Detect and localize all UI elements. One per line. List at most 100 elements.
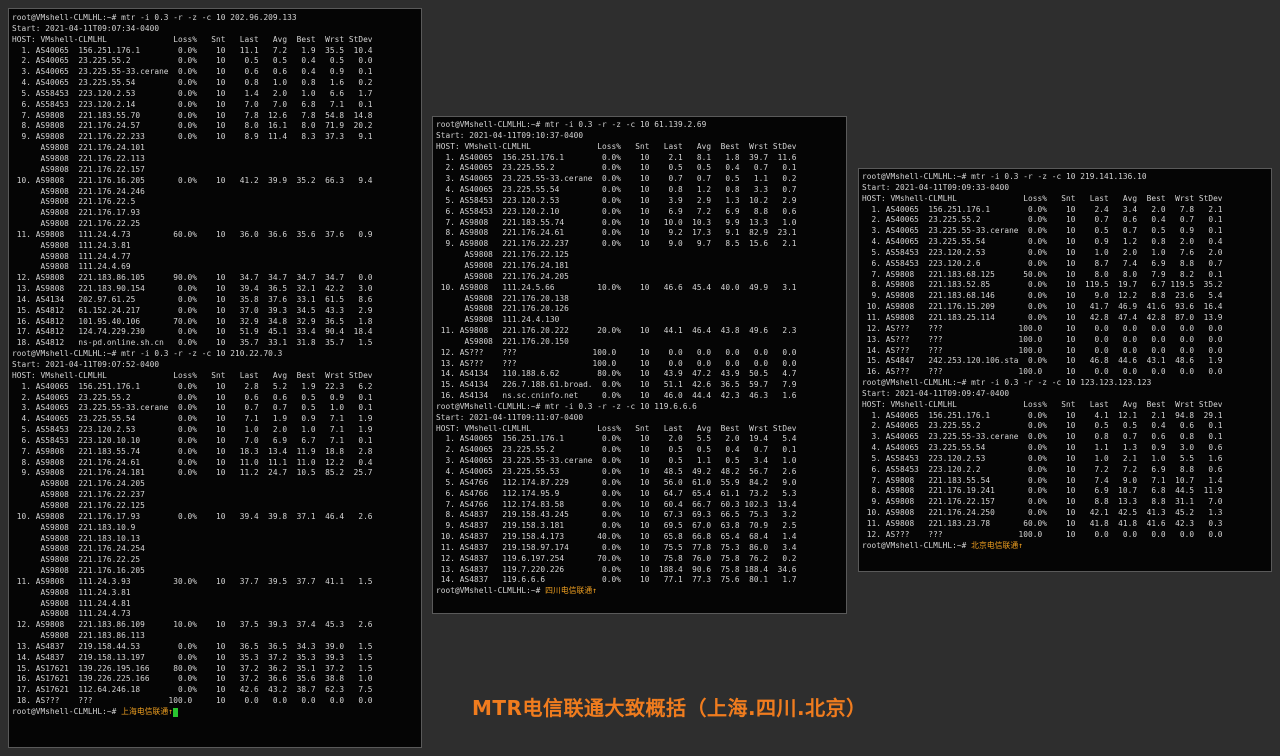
terminal-line: 3. AS40065 23.225.55-33.cerane 0.0% 10 0… [436,174,797,184]
terminal-line: 3. AS40065 23.225.55-33.cerane 0.0% 10 0… [862,226,1223,236]
terminal-line: 10. AS9808 221.176.24.250 0.0% 10 42.1 4… [862,508,1223,518]
terminal-line: 17. AS4812 124.74.229.230 0.0% 10 51.9 4… [12,327,373,337]
terminal-line: Start: 2021-04-11T09:09:33-0400 [862,182,1010,192]
terminal-line: 10. AS9808 221.176.17.93 0.0% 10 39.4 39… [12,511,373,521]
terminal-line: 5. AS58453 223.120.2.53 0.0% 10 1.0 2.0 … [12,425,373,435]
terminal-line: 9. AS9808 221.176.22.237 0.0% 10 9.0 9.7… [436,239,797,249]
terminal-line: AS9808 111.24.3.81 [12,587,131,597]
terminal-line: 14. AS??? ??? 100.0 10 0.0 0.0 0.0 0.0 0… [862,345,1223,355]
prompt-line: root@VMshell-CLMLHL:~# 北京电信联通↑ [862,541,1268,552]
terminal-line: 6. AS58453 223.120.2.2 0.0% 10 7.2 7.2 6… [862,464,1223,474]
terminal-output: root@VMshell-CLMLHL:~# mtr -i 0.3 -r -z … [12,13,418,718]
terminal-line: AS9808 221.176.22.5 [12,197,136,207]
terminal-line: 7. AS9808 221.183.55.74 0.0% 10 18.3 13.… [12,446,373,456]
terminal-line: 2. AS40065 23.225.55.2 0.0% 10 0.6 0.6 0… [12,392,373,402]
prompt-input[interactable]: 北京电信联通↑ [971,541,1023,550]
terminal-line: 11. AS9808 221.183.23.78 60.0% 10 41.8 4… [862,519,1223,528]
terminal-line: AS9808 221.176.24.181 [436,260,569,270]
terminal-line: 2. AS40065 23.225.55.2 0.0% 10 0.5 0.5 0… [436,163,797,173]
terminal-line: AS9808 221.183.86.113 [12,631,145,641]
prompt-input[interactable]: 四川电信联通↑ [545,586,597,595]
terminal-line: 12. AS??? ??? 100.0 10 0.0 0.0 0.0 0.0 0… [862,323,1223,333]
terminal-line: root@VMshell-CLMLHL:~# mtr -i 0.3 -r -z … [12,13,297,22]
terminal-line: 15. AS4847 242.253.120.106.sta 0.0% 10 4… [862,356,1223,366]
terminal-line: 1. AS40065 156.251.176.1 0.0% 10 2.1 8.1… [436,152,797,162]
prompt-input[interactable]: 上海电信联通↑ [121,707,173,716]
terminal-line: 7. AS9808 221.183.55.74 0.0% 10 10.0 10.… [436,217,797,227]
terminal-line: HOST: VMshell-CLMLHL Loss% Snt Last Avg … [12,34,373,44]
terminal-line: 9. AS9808 221.183.68.146 0.0% 10 9.0 12.… [862,291,1223,301]
terminal-line: 4. AS40065 23.225.55.54 0.0% 10 0.9 1.2 … [862,237,1223,247]
terminal-line: 11. AS4837 219.158.97.174 0.0% 10 75.5 7… [436,542,797,552]
terminal-line: 9. AS9808 221.176.24.181 0.0% 10 11.2 24… [12,468,373,478]
terminal-line: 12. AS??? ??? 100.0 10 0.0 0.0 0.0 0.0 0… [436,347,797,357]
terminal-line: 11. AS9808 221.183.25.114 0.0% 10 42.8 4… [862,312,1223,322]
terminal-line: 1. AS40065 156.251.176.1 0.0% 10 2.0 5.5… [436,434,797,444]
terminal-line: AS9808 221.176.20.150 [436,336,569,346]
caption-title: MTR电信联通大致概括（上海.四川.北京） [472,696,867,720]
terminal-line: AS9808 111.24.3.81 [12,240,131,250]
terminal-line: 12. AS9808 221.183.86.105 90.0% 10 34.7 … [12,273,373,283]
terminal-line: 5. AS58453 223.120.2.53 0.0% 10 1.0 2.0 … [862,247,1223,257]
terminal-line: 5. AS58453 223.120.2.53 0.0% 10 1.4 2.0 … [12,88,373,98]
terminal-line: AS9808 221.176.16.205 [12,566,145,576]
terminal-line: 17. AS17621 112.64.246.18 0.0% 10 42.6 4… [12,685,373,695]
terminal-line: 13. AS9808 221.183.90.154 0.0% 10 39.4 3… [12,284,373,294]
terminal-line: 11. AS9808 111.24.4.73 60.0% 10 36.0 36.… [12,229,373,239]
terminal-line: AS9808 221.176.17.93 [12,208,141,218]
terminal-shanghai[interactable]: root@VMshell-CLMLHL:~# mtr -i 0.3 -r -z … [8,8,422,748]
terminal-line: 16. AS??? ??? 100.0 10 0.0 0.0 0.0 0.0 0… [862,367,1223,377]
terminal-line: 1. AS40065 156.251.176.1 0.0% 10 4.1 12.… [862,410,1223,420]
terminal-line: 14. AS4134 110.188.6.62 80.0% 10 43.9 47… [436,369,797,379]
terminal-line: Start: 2021-04-11T09:07:52-0400 [12,360,160,369]
terminal-line: AS9808 111.24.4.77 [12,251,131,261]
terminal-line: 13. AS??? ??? 100.0 10 0.0 0.0 0.0 0.0 0… [436,358,797,368]
terminal-line: 11. AS9808 111.24.3.93 30.0% 10 37.7 39.… [12,576,373,586]
terminal-line: HOST: VMshell-CLMLHL Loss% Snt Last Avg … [436,423,797,433]
terminal-sichuan[interactable]: root@VMshell-CLMLHL:~# mtr -i 0.3 -r -z … [432,116,847,614]
terminal-line: 18. AS4812 ns-pd.online.sh.cn 0.0% 10 35… [12,338,373,348]
terminal-line: 2. AS40065 23.225.55.2 0.0% 10 0.7 0.6 0… [862,215,1223,225]
terminal-line: 12. AS??? ??? 100.0 10 0.0 0.0 0.0 0.0 0… [862,529,1223,539]
terminal-line: 8. AS9808 221.176.24.57 0.0% 10 8.0 16.1… [12,121,373,131]
terminal-line: 9. AS4837 219.158.3.181 0.0% 10 69.5 67.… [436,521,797,531]
prompt-text: root@VMshell-CLMLHL:~# [862,540,972,550]
terminal-line: 16. AS4812 101.95.40.106 70.0% 10 32.9 3… [12,316,373,326]
terminal-line: 14. AS4837 119.6.6.6 0.0% 10 77.1 77.3 7… [436,575,797,585]
terminal-line: Start: 2021-04-11T09:09:47-0400 [862,388,1010,398]
terminal-line: 15. AS17621 139.226.195.166 80.0% 10 37.… [12,663,373,673]
prompt-line: root@VMshell-CLMLHL:~# 上海电信联通↑ [12,707,418,718]
terminal-line: 8. AS9808 221.176.19.241 0.0% 10 6.9 10.… [862,486,1223,496]
terminal-line: AS9808 221.183.10.9 [12,522,136,532]
terminal-line: 10. AS4837 219.158.4.173 40.0% 10 65.8 6… [436,532,797,542]
terminal-line: AS9808 221.176.22.113 [12,153,145,163]
terminal-line: 8. AS9808 221.176.24.61 0.0% 10 11.0 11.… [12,457,373,467]
terminal-line: 6. AS58453 223.120.10.10 0.0% 10 7.0 6.9… [12,435,373,445]
terminal-line: 7. AS9808 221.183.55.70 0.0% 10 7.8 12.6… [12,110,373,120]
terminal-line: AS9808 221.176.22.237 [12,490,145,500]
terminal-line: AS9808 221.176.22.125 [12,500,145,510]
terminal-line: 12. AS9808 221.183.86.109 10.0% 10 37.5 … [12,620,373,630]
terminal-line: AS9808 221.176.24.254 [12,544,145,554]
terminal-line: 1. AS40065 156.251.176.1 0.0% 10 2.8 5.2… [12,381,373,391]
terminal-line: 7. AS9808 221.183.68.125 50.0% 10 8.0 8.… [862,269,1223,279]
terminal-line: 16. AS17621 139.226.225.166 0.0% 10 37.2… [12,674,373,684]
prompt-line: root@VMshell-CLMLHL:~# 四川电信联通↑ [436,586,843,597]
terminal-line: 4. AS40065 23.225.55.54 0.0% 10 0.8 1.2 … [436,185,797,195]
terminal-line: AS9808 111.24.4.69 [12,262,131,272]
terminal-line: 5. AS58453 223.120.2.53 0.0% 10 1.0 2.1 … [862,453,1223,463]
terminal-line: AS9808 111.24.4.73 [12,609,131,619]
terminal-line: HOST: VMshell-CLMLHL Loss% Snt Last Avg … [12,370,373,380]
terminal-line: 1. AS40065 156.251.176.1 0.0% 10 2.4 3.4… [862,204,1223,214]
terminal-line: 16. AS4134 ns.sc.cninfo.net 0.0% 10 46.0… [436,391,797,401]
terminal-line: 8. AS9808 221.176.24.61 0.0% 10 9.2 17.3… [436,228,797,238]
terminal-line: 3. AS40065 23.225.55-33.cerane 0.0% 10 0… [12,403,373,413]
terminal-line: AS9808 221.176.24.205 [436,271,569,281]
terminal-line: AS9808 111.24.4.81 [12,598,131,608]
terminal-line: AS9808 221.176.24.246 [12,186,145,196]
terminal-line: 3. AS40065 23.225.55-33.cerane 0.0% 10 0… [862,432,1223,442]
terminal-beijing[interactable]: root@VMshell-CLMLHL:~# mtr -i 0.3 -r -z … [858,168,1272,572]
terminal-line: AS9808 221.176.22.125 [436,250,569,260]
terminal-line: 5. AS58453 223.120.2.53 0.0% 10 3.9 2.9 … [436,195,797,205]
terminal-line: Start: 2021-04-11T09:11:07-0400 [436,412,584,422]
